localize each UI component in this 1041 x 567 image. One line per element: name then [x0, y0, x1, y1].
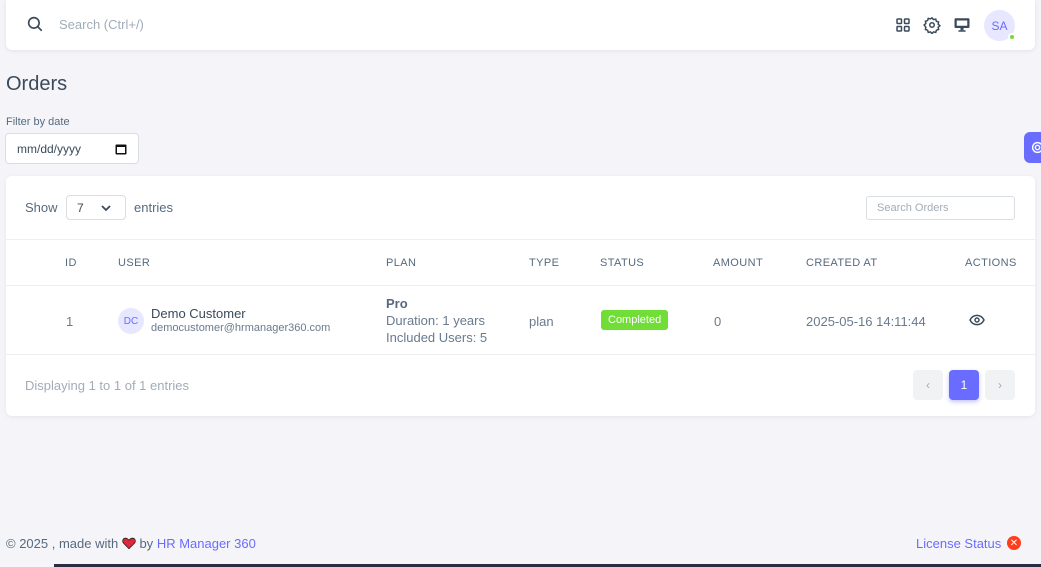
plan-name: Pro: [386, 296, 408, 311]
order-amount: 0: [714, 314, 722, 329]
user-avatar: DC: [118, 308, 144, 334]
gear-icon[interactable]: [923, 16, 941, 34]
column-header-amount[interactable]: AMOUNT: [713, 257, 763, 269]
table-header: ID USER PLAN TYPE STATUS AMOUNT CREATED …: [6, 239, 1035, 286]
chevron-down-icon: [101, 205, 111, 212]
pagination-info: Displaying 1 to 1 of 1 entries: [25, 378, 190, 393]
pagination-prev-button[interactable]: ‹: [913, 370, 943, 400]
grid-icon[interactable]: [894, 16, 912, 34]
eye-icon[interactable]: [969, 313, 985, 327]
plan-duration: Duration: 1 years: [386, 313, 485, 328]
order-type: plan: [529, 314, 554, 329]
column-header-user[interactable]: USER: [118, 257, 150, 269]
top-navbar: SA: [6, 0, 1035, 50]
column-header-type[interactable]: TYPE: [529, 257, 559, 269]
close-icon: ✕: [1007, 536, 1021, 550]
user-avatar[interactable]: SA: [984, 10, 1016, 41]
calendar-icon[interactable]: [115, 143, 127, 155]
page-footer: © 2025 , made with by HR Manager 360: [6, 536, 256, 551]
heart-icon: [122, 537, 136, 549]
avatar-initials: SA: [991, 18, 1008, 33]
show-label: Show: [25, 200, 58, 215]
column-header-plan[interactable]: PLAN: [386, 257, 416, 269]
order-created-at: 2025-05-16 14:11:44: [806, 314, 926, 329]
orders-card: Show 7 entries ID USER PLAN TYPE STATUS …: [6, 176, 1035, 416]
filter-date-label: Filter by date: [6, 116, 70, 128]
user-email: democustomer@hrmanager360.com: [151, 322, 331, 334]
monitor-icon[interactable]: [953, 16, 971, 34]
orders-search-input[interactable]: [866, 196, 1015, 220]
column-header-created-at[interactable]: CREATED AT: [806, 257, 877, 269]
plan-included-users: Included Users: 5: [386, 330, 488, 345]
column-header-status[interactable]: STATUS: [600, 257, 644, 269]
search-icon[interactable]: [26, 15, 44, 33]
column-header-id[interactable]: ID: [65, 257, 77, 269]
column-header-actions: ACTIONS: [965, 257, 1017, 269]
global-search-input[interactable]: [59, 13, 359, 35]
footer-copyright: © 2025 , made with: [6, 536, 119, 551]
footer-by: by: [139, 536, 154, 551]
entries-label: entries: [134, 200, 174, 215]
table-row: 1 DC Demo Customer democustomer@hrmanage…: [6, 286, 1035, 355]
license-status-link[interactable]: License Status: [916, 536, 1001, 551]
online-status-dot: [1008, 33, 1016, 41]
pagination-next-button[interactable]: ›: [985, 370, 1015, 400]
user-name: Demo Customer: [151, 306, 246, 321]
date-placeholder: mm/dd/yyyy: [17, 141, 82, 156]
status-badge: Completed: [601, 310, 669, 330]
gear-icon: [1031, 141, 1041, 154]
filter-date-input[interactable]: mm/dd/yyyy: [5, 133, 139, 164]
entries-value: 7: [77, 200, 84, 215]
order-id: 1: [66, 314, 74, 329]
pagination-page-1[interactable]: 1: [949, 370, 979, 400]
footer-brand-link[interactable]: HR Manager 360: [157, 536, 256, 551]
page-title: Orders: [6, 73, 68, 95]
theme-customizer-toggle[interactable]: [1024, 132, 1041, 163]
entries-per-page-select[interactable]: 7: [66, 195, 126, 220]
